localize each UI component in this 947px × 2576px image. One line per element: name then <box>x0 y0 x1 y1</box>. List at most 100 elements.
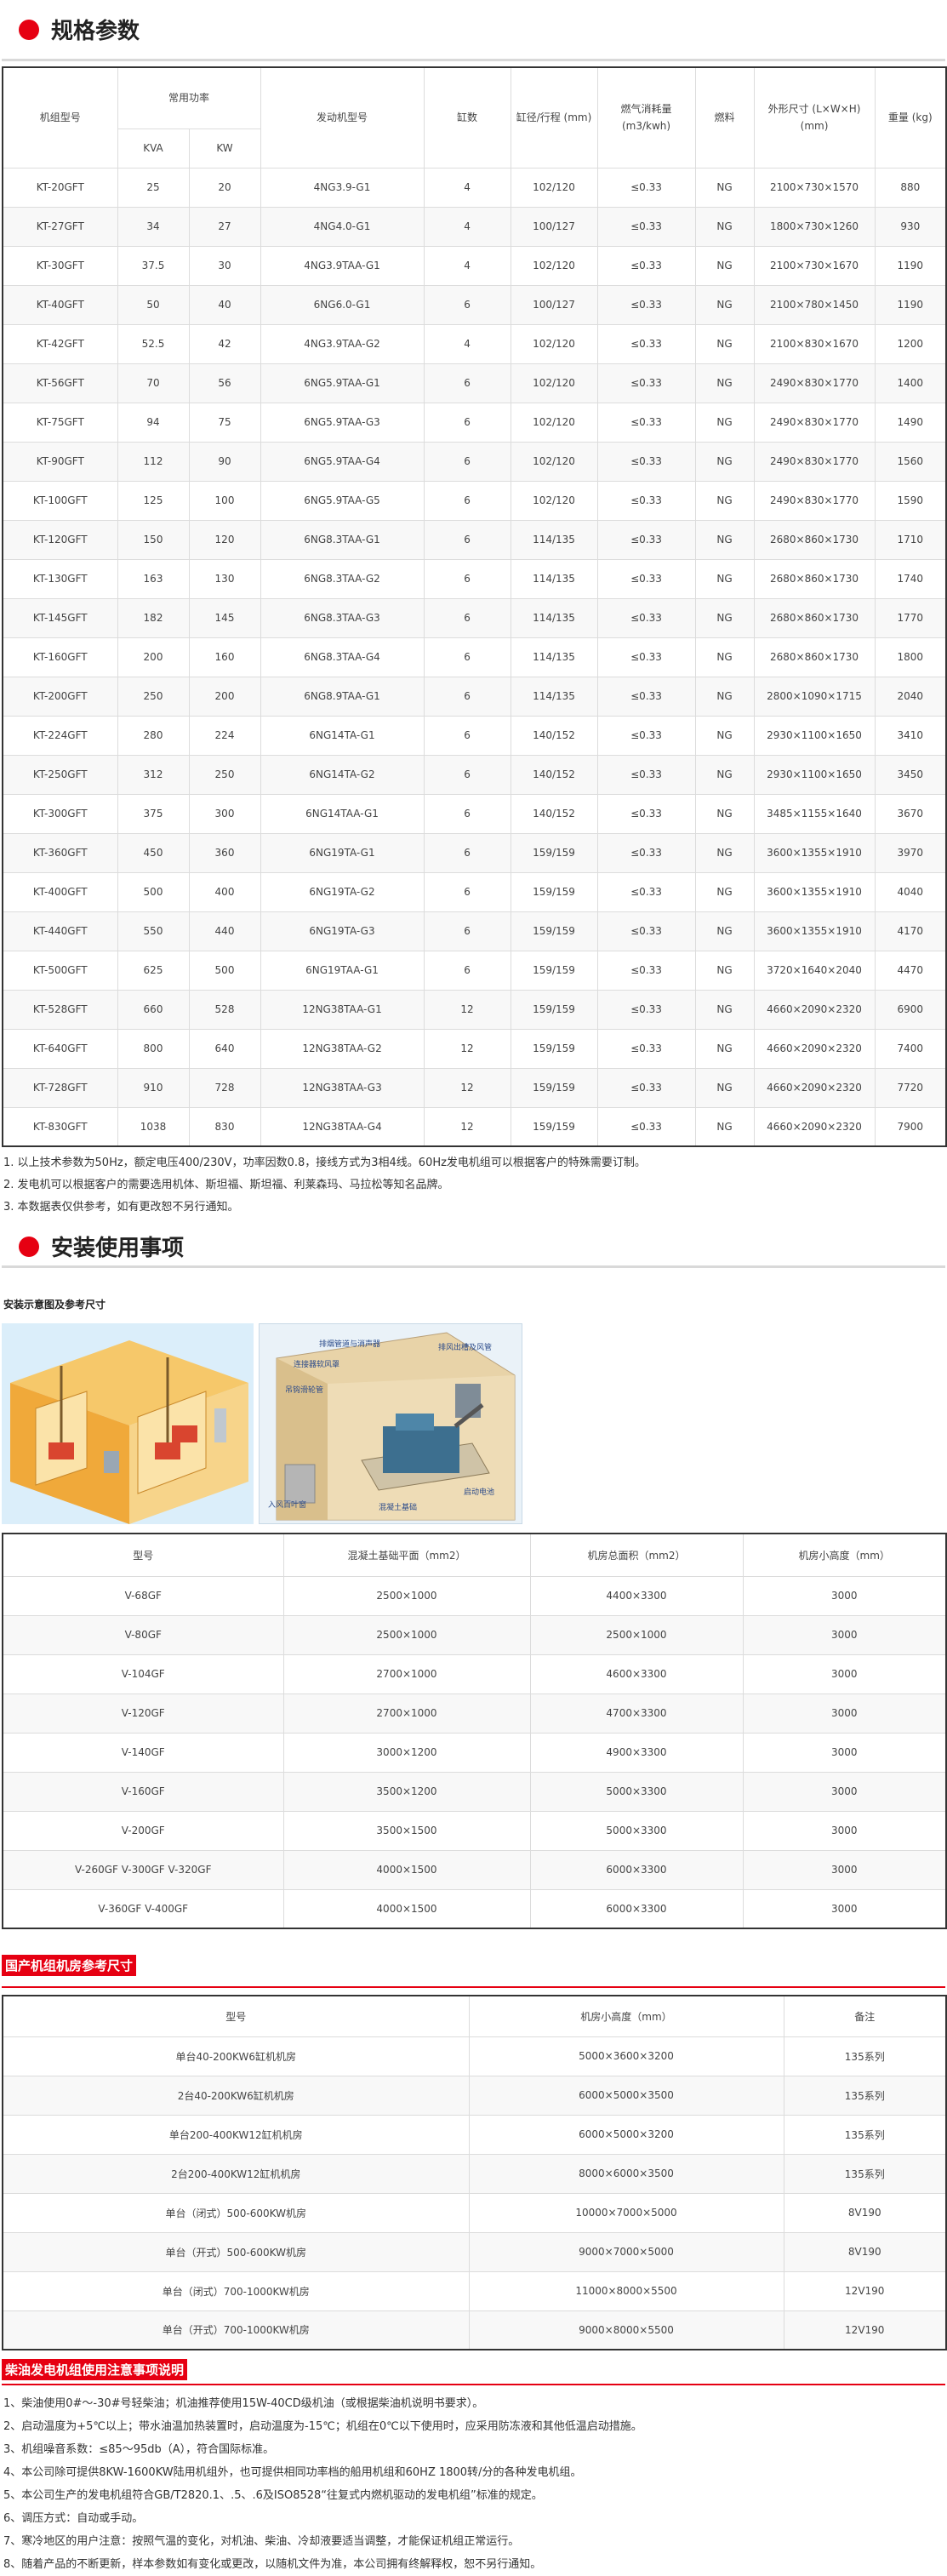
room-table-cell: 3000 <box>742 1732 947 1773</box>
spec-table-cell: NG <box>694 989 755 1030</box>
room-table-cell: 4900×3300 <box>529 1732 744 1773</box>
room-table-cell: V-360GF V-400GF <box>2 1888 284 1929</box>
domestic-table-cell: 135系列 <box>783 2153 947 2194</box>
room-table-cell: 3000 <box>742 1614 947 1655</box>
domestic-band-title: 国产机组机房参考尺寸 <box>2 1955 137 1976</box>
spec-table-cell: 159/159 <box>510 950 598 991</box>
generator-room-diagram: 排烟管道与消声器 连接器软风罩 吊钩滑轮管 排风出槽及风管 入风百叶窗 启动电池… <box>259 1323 522 1524</box>
spec-table-cell: 2680×860×1730 <box>753 519 876 560</box>
spec-table-cell: KT-400GFT <box>2 871 118 912</box>
spec-table-cell: KT-224GFT <box>2 715 118 756</box>
spec-table-cell: KT-640GFT <box>2 1028 118 1069</box>
install-diagrams: 排烟管道与消声器 连接器软风罩 吊钩滑轮管 排风出槽及风管 入风百叶窗 启动电池… <box>2 1323 945 1524</box>
diagram-label-2: 连接器软风罩 <box>294 1359 339 1369</box>
spec-table: 机组型号 常用功率 发动机型号 缸数 缸径/行程 (mm) 燃气消耗量 (m3/… <box>2 66 947 1147</box>
spec-table-cell: 12NG38TAA-G4 <box>260 1106 425 1147</box>
spec-table-cell: 2490×830×1770 <box>753 480 876 521</box>
spec-table-cell: 7900 <box>874 1106 947 1147</box>
room-table-row: V-140GF 3000×1200 4900×3300 3000 <box>2 1732 947 1773</box>
spec-table-cell: 6NG5.9TAA-G4 <box>260 441 425 482</box>
spec-table-cell: 6 <box>423 754 511 795</box>
spec-table-cell: 2490×830×1770 <box>753 363 876 403</box>
spec-table-cell: 3970 <box>874 832 947 873</box>
spec-table-cell: 2100×730×1570 <box>753 167 876 208</box>
spec-table-cell: 12NG38TAA-G3 <box>260 1067 425 1108</box>
spec-table-cell: 4 <box>423 323 511 364</box>
spec-table-cell: 6 <box>423 558 511 599</box>
room-table-row: V-68GF 2500×1000 4400×3300 3000 <box>2 1575 947 1616</box>
spec-table-cell: 102/120 <box>510 245 598 286</box>
header-bore-stroke: 缸径/行程 (mm) <box>510 66 598 168</box>
domestic-table-row: 2台200-400KW12缸机机房 8000×6000×3500 135系列 <box>2 2153 947 2194</box>
room-table-cell: 3000 <box>742 1849 947 1890</box>
room-table-cell: 2700×1000 <box>282 1693 531 1734</box>
spec-table-cell: 2800×1090×1715 <box>753 676 876 717</box>
spec-table-cell: 6 <box>423 284 511 325</box>
spec-table-cell: 1190 <box>874 245 947 286</box>
spec-table-cell: KT-30GFT <box>2 245 118 286</box>
spec-table-cell: ≤0.33 <box>596 989 696 1030</box>
spec-table-cell: ≤0.33 <box>596 911 696 951</box>
spec-table-cell: 6 <box>423 363 511 403</box>
spec-table-cell: 1400 <box>874 363 947 403</box>
spec-table-cell: 528 <box>188 989 261 1030</box>
spec-table-cell: KT-300GFT <box>2 793 118 834</box>
spec-table-cell: ≤0.33 <box>596 637 696 677</box>
spec-table-row: KT-40GFT 50 40 6NG6.0-G1 6 100/127 ≤0.33 NG 2100… <box>2 284 947 325</box>
spec-table-row: KT-528GFT 660 528 12NG38TAA-G1 12 159/159 ≤0.3… <box>2 989 947 1030</box>
header-gas-consumption: 燃气消耗量 (m3/kwh) <box>596 66 696 168</box>
spec-table-cell: 4660×2090×2320 <box>753 1028 876 1069</box>
spec-table-cell: 2100×780×1450 <box>753 284 876 325</box>
spec-table-cell: 550 <box>117 911 190 951</box>
spec-table-cell: 6NG8.3TAA-G1 <box>260 519 425 560</box>
spec-table-cell: 3670 <box>874 793 947 834</box>
header-dimensions: 外形尺寸 (L×W×H) (mm) <box>753 66 876 168</box>
header-gas-line1: 燃气消耗量 <box>620 103 672 116</box>
spec-table-cell: NG <box>694 284 755 325</box>
spec-table-row: KT-224GFT 280 224 6NG14TA-G1 6 140/152 ≤0.33 NG… <box>2 715 947 756</box>
spec-table-cell: 114/135 <box>510 519 598 560</box>
room-table-cell: 4000×1500 <box>282 1888 531 1929</box>
spec-table-cell: 4660×2090×2320 <box>753 1106 876 1147</box>
spec-table-cell: 6NG19TA-G3 <box>260 911 425 951</box>
spec-table-cell: 12NG38TAA-G1 <box>260 989 425 1030</box>
spec-table-cell: 50 <box>117 284 190 325</box>
spec-table-cell: ≤0.33 <box>596 1067 696 1108</box>
spec-table-cell: NG <box>694 871 755 912</box>
spec-table-cell: 94 <box>117 402 190 443</box>
domestic-table-cell: 10000×7000×5000 <box>468 2192 784 2233</box>
spec-table-cell: 4 <box>423 167 511 208</box>
spec-table-cell: 30 <box>188 245 261 286</box>
spec-table-cell: 6NG8.3TAA-G4 <box>260 637 425 677</box>
diagram-label-6: 启动电池 <box>464 1487 494 1497</box>
spec-table-cell: 7720 <box>874 1067 947 1108</box>
spec-table-cell: 12 <box>423 1067 511 1108</box>
spec-table-cell: 6 <box>423 480 511 521</box>
header-model: 机组型号 <box>2 66 118 168</box>
spec-note-1: 1. 以上技术参数为50Hz，额定电压400/230V，功率因数0.8，接线方式… <box>3 1157 646 1169</box>
room-table-row: V-160GF 3500×1200 5000×3300 3000 <box>2 1771 947 1812</box>
spec-table-cell: 20 <box>188 167 261 208</box>
spec-table-row: KT-200GFT 250 200 6NG8.9TAA-G1 6 114/135 ≤0.33… <box>2 676 947 717</box>
spec-table-row: KT-250GFT 312 250 6NG14TA-G2 6 140/152 ≤0.33 NG… <box>2 754 947 795</box>
room-table-cell: 6000×3300 <box>529 1888 744 1929</box>
spec-table-cell: 102/120 <box>510 402 598 443</box>
spec-table-cell: NG <box>694 911 755 951</box>
spec-table-cell: 400 <box>188 871 261 912</box>
domestic-table-cell: 9000×7000×5000 <box>468 2231 784 2272</box>
usage-note: 4、本公司除可提供8KW-1600KW陆用机组外，也可提供相同功率档的船用机组和… <box>3 2466 582 2479</box>
spec-table-cell: 880 <box>874 167 947 208</box>
spec-table-cell: 140/152 <box>510 715 598 756</box>
domestic-band-underline <box>2 1986 945 1988</box>
spec-table-cell: 75 <box>188 402 261 443</box>
spec-table-cell: 114/135 <box>510 637 598 677</box>
spec-table-cell: 6NG5.9TAA-G1 <box>260 363 425 403</box>
spec-table-cell: 4660×2090×2320 <box>753 989 876 1030</box>
spec-table-row: KT-145GFT 182 145 6NG8.3TAA-G3 6 114/135 ≤0.33… <box>2 597 947 638</box>
spec-table-cell: 2680×860×1730 <box>753 597 876 638</box>
domestic-table-row: 单台（闭式）500-600KW机房 10000×7000×5000 8V190 <box>2 2192 947 2233</box>
spec-table-cell: ≤0.33 <box>596 167 696 208</box>
spec-table-cell: 70 <box>117 363 190 403</box>
spec-table-cell: 7400 <box>874 1028 947 1069</box>
usage-note: 7、寒冷地区的用户注意：按照气温的变化，对机油、柴油、冷却液要适当调整，才能保证… <box>3 2535 520 2548</box>
